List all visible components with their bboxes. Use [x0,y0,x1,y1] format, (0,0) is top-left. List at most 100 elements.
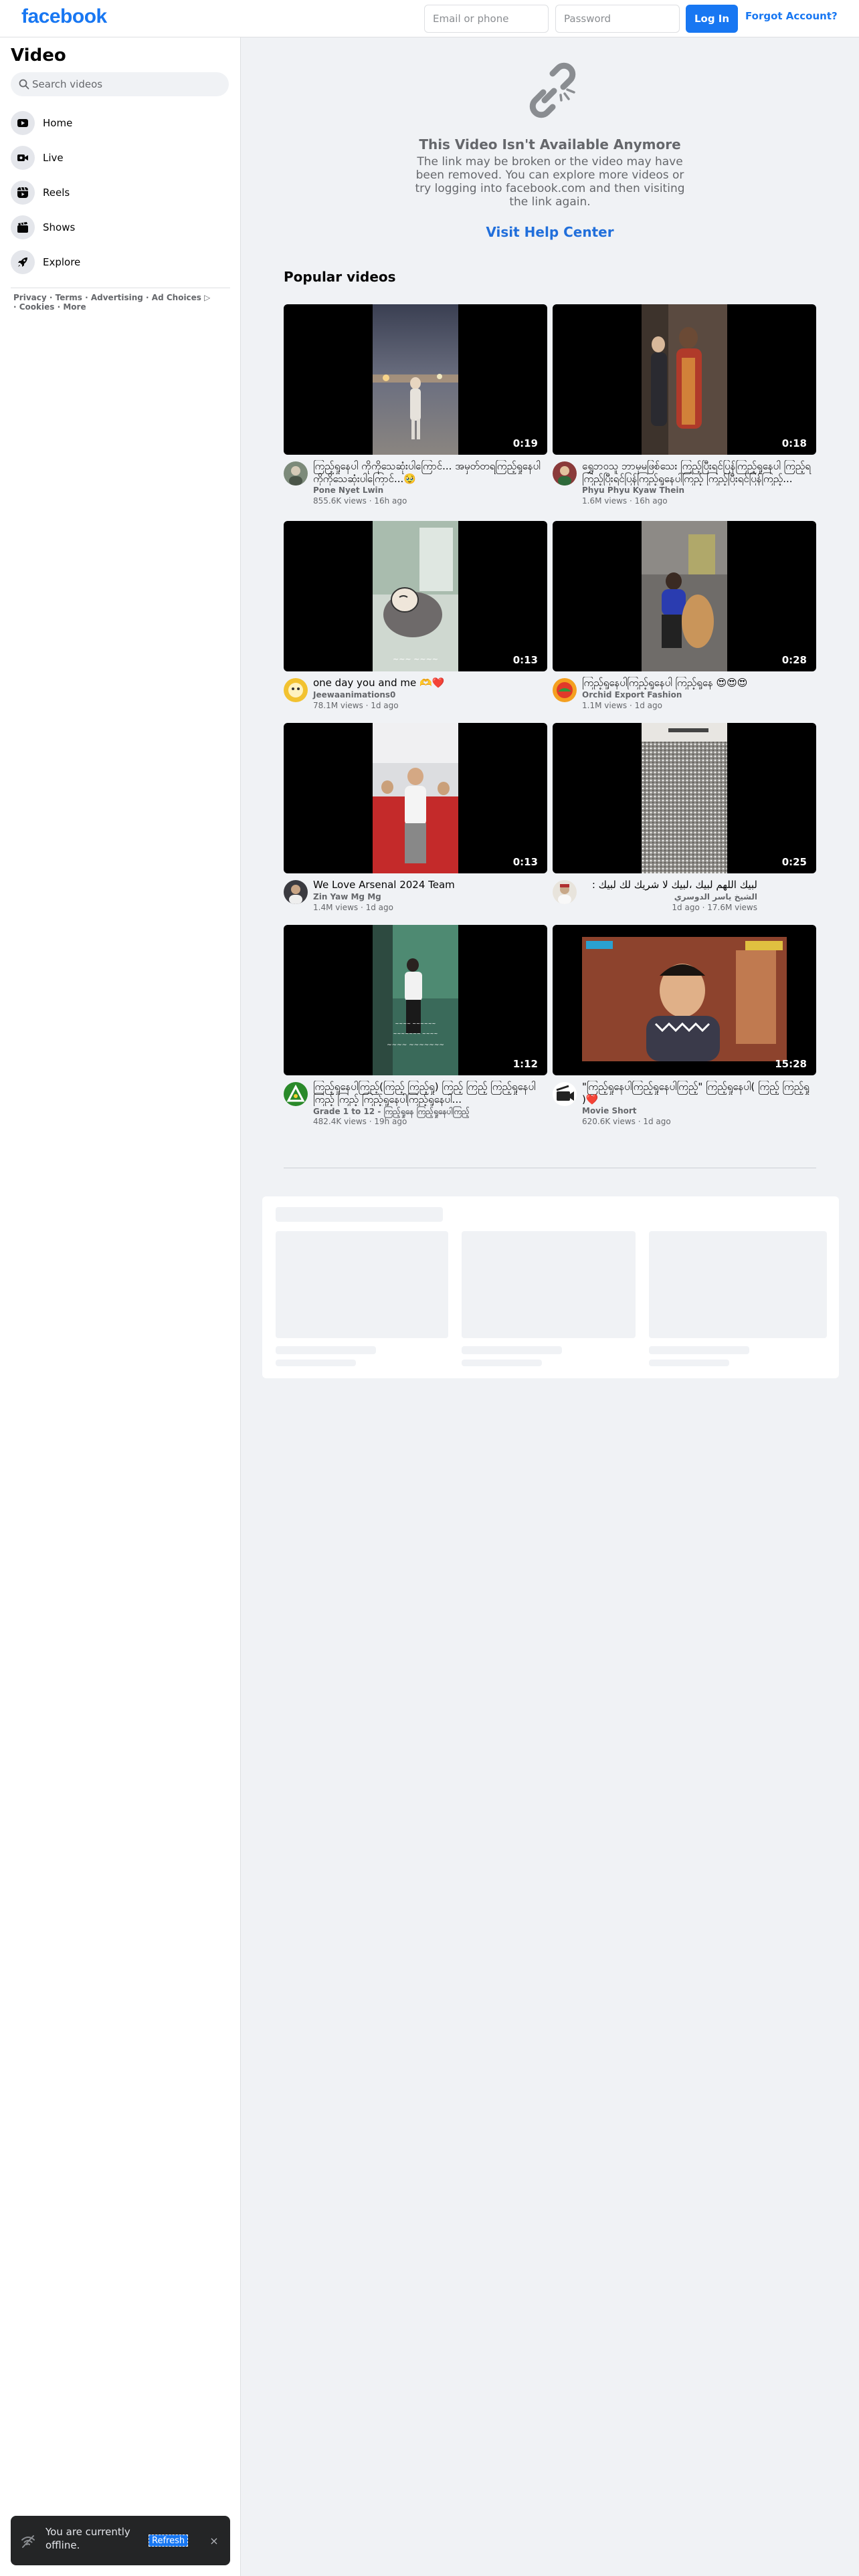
search-box[interactable] [11,72,229,96]
svg-text:~~~~ ~~~~~~: ~~~~ ~~~~~~ [395,1021,436,1027]
video-title[interactable]: We Love Arsenal 2024 Team [313,879,547,891]
video-thumbnail[interactable]: 0:28 [553,521,816,671]
skeleton-card [276,1231,448,1338]
video-frame-image [642,521,727,671]
visit-help-center-link[interactable]: Visit Help Center [408,224,692,240]
avatar[interactable] [284,880,308,904]
sidebar-item-home[interactable]: Home [5,106,233,140]
video-thumbnail[interactable]: 0:13 [284,723,547,873]
play-icon [11,111,35,135]
unavailable-description: The link may be broken or the video may … [415,155,685,209]
video-duration: 0:13 [512,856,538,868]
sidebar-item-live[interactable]: Live [5,140,233,175]
separator: · [49,293,53,302]
channel-name[interactable]: Phyu Phyu Kyaw Thein [582,486,684,495]
video-frame-image [582,937,787,1061]
privacy-link[interactable]: Privacy [13,293,47,302]
skeleton-bar [276,1360,356,1366]
video-duration: 0:25 [781,856,807,868]
skeleton-bar [649,1360,729,1366]
video-card[interactable]: 0:13 We Love Arsenal 2024 Team Zin Yaw M… [284,723,547,927]
search-input[interactable] [32,72,219,96]
reels-icon [11,181,35,205]
video-stats: 1.6M views · 16h ago [582,496,668,506]
ad-choices-link[interactable]: Ad Choices ▷ [152,293,211,302]
video-title[interactable]: one day you and me 🫶❤️ [313,677,547,689]
broken-link-icon [529,62,576,118]
sidebar: Video Home Live Reels Shows Explore Priv… [0,37,241,2576]
avatar[interactable] [284,678,308,702]
top-bar: facebook Log In Forgot Account? [0,0,859,37]
sidebar-item-explore[interactable]: Explore [5,245,233,280]
search-icon [19,79,29,90]
skeleton-bar [462,1360,542,1366]
video-card[interactable]: 0:19 ကြည့်ရှုနေပါ ကိုကိုသေဆုံးပါကြောင်..… [284,304,547,508]
separator: · [146,293,149,302]
refresh-button[interactable]: Refresh [149,2535,189,2547]
terms-link[interactable]: Terms [56,293,82,302]
avatar[interactable] [553,880,577,904]
sidebar-item-reels[interactable]: Reels [5,175,233,210]
separator: · [57,302,61,312]
video-thumbnail[interactable]: ~~~ ~~~~ 0:13 [284,521,547,671]
cookies-link[interactable]: Cookies [19,302,55,312]
log-in-button[interactable]: Log In [686,5,738,33]
sidebar-item-label: Reels [43,187,70,199]
video-card[interactable]: 0:28 ကြည့်ရှုနေပါကြည့်ရှုနေပါ ကြည့်ရှုနေ… [553,521,816,725]
video-duration: 0:28 [781,654,807,666]
video-title[interactable]: ကြည့်ရှုနေပါကြည့်ရှုနေပါ ကြည့်ရှုနေ 😍😍😍 [582,677,816,689]
video-stats: 1d ago · 17.6M views [672,903,757,912]
channel-name[interactable]: Jeewaanimations0 [313,690,395,700]
video-frame-image [373,723,458,873]
password-field[interactable] [555,5,680,33]
avatar[interactable] [553,461,577,486]
svg-text:~~~~ ~~~~~~~: ~~~~ ~~~~~~~ [387,1042,444,1049]
forgot-account-link[interactable]: Forgot Account? [745,10,838,22]
video-title[interactable]: لبيك اللهم لبيك ،لبيك لا شريك لك لبيك : [582,879,757,891]
video-title[interactable]: "ကြည့်ရှုနေပါကြည့်ရှုနေပါကြည့်" ကြည့်ရှု… [582,1081,816,1106]
channel-name[interactable]: Zin Yaw Mg Mg [313,892,381,901]
channel-name[interactable]: الشيخ ياسر الدوسري [582,892,757,901]
video-title[interactable]: ရွှေဘဝသူ ဘာမှမဖြစ်သေး ကြည့်ပြီးရင်ပြန်ကြ… [582,460,816,486]
advertising-link[interactable]: Advertising [91,293,143,302]
close-icon[interactable]: × [206,2533,222,2549]
video-frame-image [642,304,727,455]
video-frame-image [642,723,727,873]
video-card[interactable]: 15:28 "ကြည့်ရှုနေပါကြည့်ရှုနေပါကြည့်" ကြ… [553,925,816,1129]
sidebar-title: Video [11,45,66,66]
video-card[interactable]: ~~~~ ~~~~~~ ~~~~~~~ ~~~~ ~~~~ ~~~~~~~ 1:… [284,925,547,1129]
channel-name[interactable]: Pone Nyet Lwin [313,486,383,495]
avatar[interactable] [284,461,308,486]
channel-name[interactable]: Movie Short [582,1106,637,1115]
shows-icon [11,215,35,239]
video-thumbnail[interactable]: 15:28 [553,925,816,1075]
video-card[interactable]: ~~~ ~~~~ 0:13 one day you and me 🫶❤️ Jee… [284,521,547,725]
video-card[interactable]: 0:18 ရွှေဘဝသူ ဘာမှမဖြစ်သေး ကြည့်ပြီးရင်ပ… [553,304,816,508]
video-card[interactable]: 0:25 لبيك اللهم لبيك ،لبيك لا شريك لك لب… [553,723,816,927]
video-title[interactable]: ကြည့်ရှုနေပါ ကိုကိုသေဆုံးပါကြောင်... အမှ… [313,460,547,486]
video-thumbnail[interactable]: ~~~~ ~~~~~~ ~~~~~~~ ~~~~ ~~~~ ~~~~~~~ 1:… [284,925,547,1075]
sidebar-item-label: Home [43,117,73,129]
video-frame-image: ~~~~ ~~~~~~ ~~~~~~~ ~~~~ ~~~~ ~~~~~~~ [373,925,458,1075]
svg-text:~~~ ~~~~: ~~~ ~~~~ [393,655,438,663]
video-duration: 0:19 [512,437,538,449]
video-duration: 0:13 [512,654,538,666]
wifi-off-icon [21,2535,35,2548]
more-link[interactable]: More [63,302,86,312]
video-duration: 0:18 [781,437,807,449]
sidebar-item-label: Live [43,152,64,164]
video-thumbnail[interactable]: 0:25 [553,723,816,873]
sidebar-item-shows[interactable]: Shows [5,210,233,245]
video-thumbnail[interactable]: 0:18 [553,304,816,455]
skeleton-bar [276,1207,443,1222]
avatar[interactable] [284,1082,308,1106]
video-thumbnail[interactable]: 0:19 [284,304,547,455]
avatar[interactable] [553,678,577,702]
facebook-logo[interactable]: facebook [21,5,107,28]
channel-name[interactable]: Orchid Export Fashion [582,690,682,700]
popular-videos-heading: Popular videos [284,269,396,285]
sidebar-item-label: Explore [43,256,81,268]
avatar[interactable] [553,1082,577,1106]
email-field[interactable] [424,5,549,33]
video-title[interactable]: ကြည့်ရှုနေပါကြည့်(ကြည့် ကြည့်ရှု) ကြည့် … [313,1081,547,1106]
